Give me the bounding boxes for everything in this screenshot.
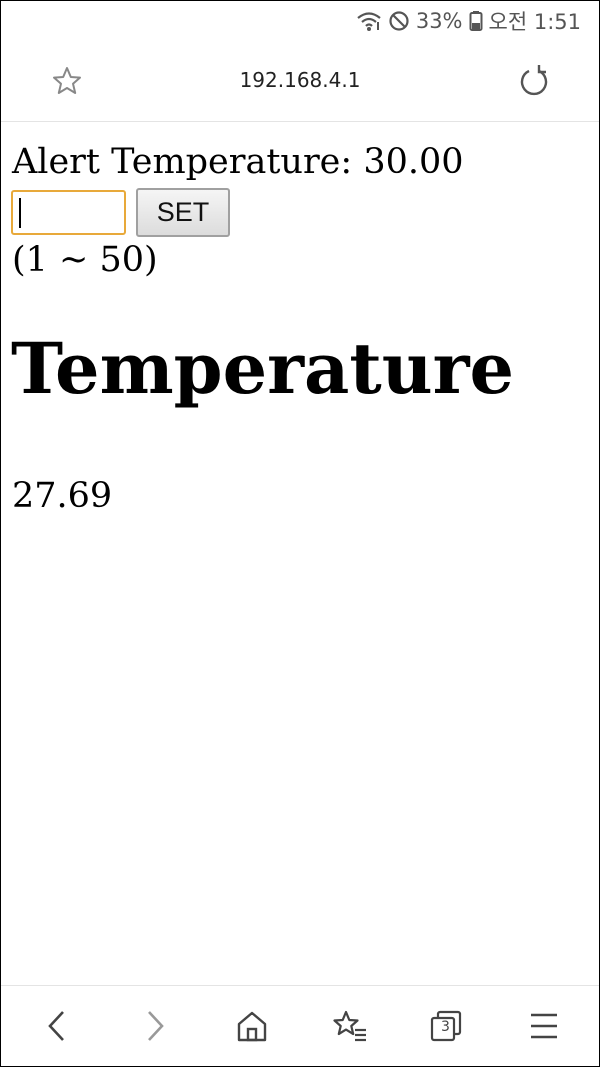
- alert-temperature-input[interactable]: [11, 190, 126, 235]
- battery-percent: 33%: [415, 9, 463, 33]
- address-bar[interactable]: 192.168.4.1: [1, 68, 599, 92]
- phone-screen: 33% 오전 1:51 192.168.4.1 Alert Temperatur…: [0, 0, 600, 1067]
- page-heading: Temperature: [11, 327, 515, 410]
- current-temperature: 27.69: [12, 476, 113, 516]
- web-page: Alert Temperature: 30.00 SET (1 ~ 50) Te…: [1, 122, 599, 986]
- do-not-disturb-icon: [388, 10, 410, 32]
- alert-form: SET: [11, 188, 230, 237]
- clock: 오전 1:51: [488, 10, 581, 34]
- set-button[interactable]: SET: [136, 188, 230, 237]
- tabs-icon[interactable]: 3: [424, 1004, 468, 1048]
- status-bar: 33% 오전 1:51: [1, 1, 599, 41]
- range-hint: (1 ~ 50): [12, 240, 158, 280]
- browser-toolbar: 192.168.4.1: [1, 41, 599, 122]
- bookmarks-icon[interactable]: [328, 1004, 372, 1048]
- text-caret: [19, 198, 21, 228]
- battery-icon: [469, 10, 483, 32]
- reload-icon[interactable]: [517, 63, 551, 104]
- home-icon[interactable]: [230, 1004, 274, 1048]
- tab-count: 3: [441, 1019, 450, 1035]
- alert-temperature-label: Alert Temperature: 30.00: [12, 142, 464, 182]
- back-icon[interactable]: [36, 1004, 80, 1048]
- wifi-icon: [356, 10, 382, 32]
- forward-icon[interactable]: [132, 1004, 176, 1048]
- bottom-navigation: 3: [1, 985, 599, 1066]
- menu-icon[interactable]: [522, 1004, 566, 1048]
